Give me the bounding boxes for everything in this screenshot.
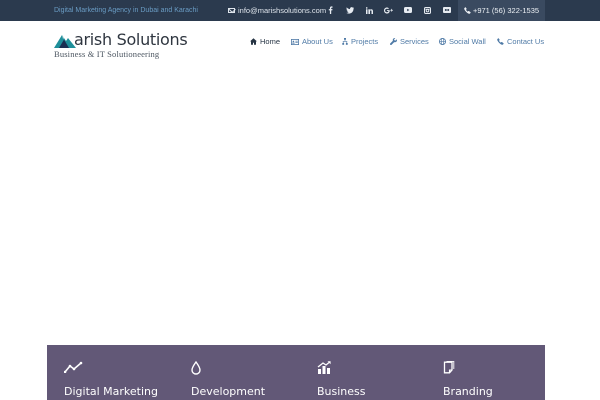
google-plus-icon[interactable] [379, 0, 398, 21]
wrench-icon [390, 38, 397, 45]
service-development[interactable]: Development [174, 345, 294, 400]
service-label: Digital Marketing [64, 385, 158, 398]
sitemap-icon [342, 38, 348, 45]
service-digital-marketing[interactable]: Digital Marketing [47, 345, 167, 400]
nav-about-us[interactable]: About Us [291, 36, 333, 48]
nav-home[interactable]: Home [250, 36, 280, 48]
nav-social-wall[interactable]: Social Wall [439, 36, 486, 48]
nav-services[interactable]: Services [390, 36, 429, 48]
phone-icon [464, 7, 471, 14]
phone-number: +971 (56) 322-1535 [472, 6, 540, 15]
nav-about-us-label: About Us [302, 37, 333, 46]
facebook-icon[interactable] [321, 0, 340, 21]
service-label: Branding [443, 385, 493, 398]
phone-icon [497, 38, 504, 45]
logo[interactable]: arish Solutions Business & IT Solutionee… [54, 30, 204, 60]
instagram-icon[interactable] [418, 0, 437, 21]
trend-line-icon [64, 361, 83, 373]
email-text: info@marishsolutions.com [238, 6, 327, 15]
youtube-icon[interactable] [398, 0, 417, 21]
globe-icon [439, 38, 446, 45]
top-bar: Digital Marketing Agency in Dubai and Ka… [0, 0, 600, 21]
phone-link[interactable]: +971 (56) 322-1535 [458, 0, 545, 21]
droplet-icon [191, 361, 201, 375]
id-card-icon [291, 39, 299, 45]
nav-projects[interactable]: Projects [342, 36, 378, 48]
nav-social-wall-label: Social Wall [449, 37, 486, 46]
growth-chart-icon [317, 361, 331, 374]
nav-home-label: Home [260, 37, 281, 46]
nav-services-label: Services [400, 37, 429, 46]
service-label: Development [191, 385, 266, 398]
service-label: Business [317, 385, 366, 398]
envelope-icon [228, 8, 235, 13]
tagline: Digital Marketing Agency in Dubai and Ka… [54, 7, 198, 14]
logo-subtitle: Business & IT Solutioneering [54, 49, 160, 59]
twitter-icon[interactable] [340, 0, 359, 21]
services-strip: Digital Marketing Development Business B… [47, 345, 545, 400]
service-branding[interactable]: Branding [426, 345, 546, 400]
nav-projects-label: Projects [351, 37, 379, 46]
nav-contact-us[interactable]: Contact Us [497, 36, 544, 48]
home-icon [250, 38, 257, 45]
logo-title: arish Solutions [74, 30, 188, 49]
linkedin-icon[interactable] [360, 0, 379, 21]
nav-contact-us-label: Contact Us [507, 37, 545, 46]
email-link[interactable]: info@marishsolutions.com [228, 0, 326, 21]
service-business[interactable]: Business [300, 345, 420, 400]
paper-icon [443, 361, 455, 374]
flickr-icon[interactable] [437, 0, 456, 21]
